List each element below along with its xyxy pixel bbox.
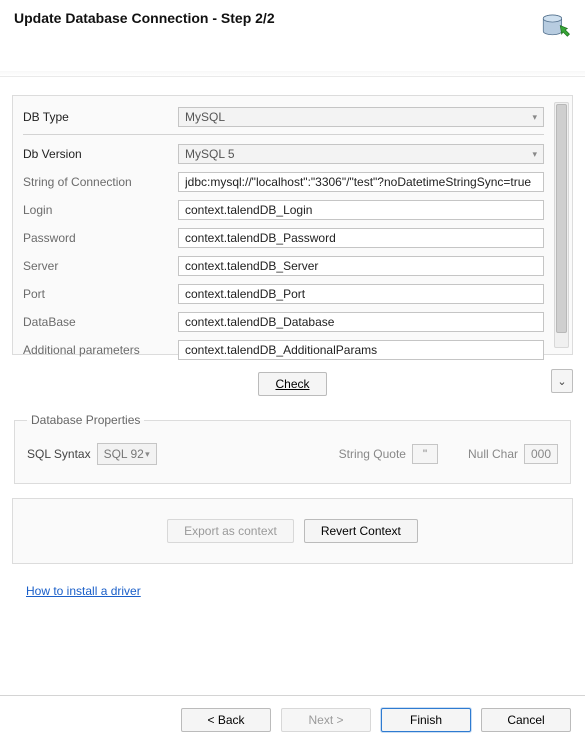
- check-button-label: Check: [275, 377, 309, 391]
- port-input[interactable]: [178, 284, 544, 304]
- caret-down-icon: ▾: [532, 112, 537, 123]
- null-char-label: Null Char: [468, 447, 518, 461]
- sql-syntax-select[interactable]: SQL 92 ▾: [97, 443, 157, 465]
- divider: [23, 134, 544, 135]
- page-title: Update Database Connection - Step 2/2: [14, 10, 275, 26]
- export-as-context-button: Export as context: [167, 519, 294, 543]
- connection-string-label: String of Connection: [23, 175, 178, 189]
- login-input[interactable]: [178, 200, 544, 220]
- install-driver-link[interactable]: How to install a driver: [26, 584, 141, 598]
- db-type-label: DB Type: [23, 110, 178, 124]
- db-version-label: Db Version: [23, 147, 178, 161]
- additional-params-label: Additional parameters: [23, 343, 178, 357]
- db-version-value: MySQL 5: [185, 147, 235, 161]
- database-properties-legend: Database Properties: [27, 413, 144, 427]
- string-quote-input[interactable]: [412, 444, 438, 464]
- caret-down-icon: ▾: [145, 449, 150, 460]
- string-quote-label: String Quote: [339, 447, 406, 461]
- server-input[interactable]: [178, 256, 544, 276]
- db-type-value: MySQL: [185, 110, 225, 124]
- database-label: DataBase: [23, 315, 178, 329]
- next-button: Next >: [281, 708, 371, 732]
- check-button[interactable]: Check: [258, 372, 326, 396]
- scrollbar-vertical[interactable]: [554, 102, 569, 348]
- cancel-button[interactable]: Cancel: [481, 708, 571, 732]
- sql-syntax-label: SQL Syntax: [27, 447, 91, 461]
- context-actions-panel: Export as context Revert Context: [12, 498, 573, 564]
- revert-context-button[interactable]: Revert Context: [304, 519, 418, 543]
- port-label: Port: [23, 287, 178, 301]
- connection-string-input[interactable]: [178, 172, 544, 192]
- back-button[interactable]: < Back: [181, 708, 271, 732]
- database-input[interactable]: [178, 312, 544, 332]
- login-label: Login: [23, 203, 178, 217]
- database-properties-group: Database Properties SQL Syntax SQL 92 ▾ …: [14, 413, 571, 484]
- expand-details-button[interactable]: ⌄: [551, 369, 573, 393]
- server-label: Server: [23, 259, 178, 273]
- db-type-select[interactable]: MySQL ▾: [178, 107, 544, 127]
- finish-button[interactable]: Finish: [381, 708, 471, 732]
- wizard-footer: < Back Next > Finish Cancel: [0, 695, 585, 746]
- caret-down-icon: ▾: [532, 149, 537, 160]
- connection-settings-panel: DB Type MySQL ▾ Db Version MySQL 5 ▾: [12, 95, 573, 355]
- sql-syntax-value: SQL 92: [104, 447, 144, 461]
- db-version-select[interactable]: MySQL 5 ▾: [178, 144, 544, 164]
- password-label: Password: [23, 231, 178, 245]
- scrollbar-thumb[interactable]: [556, 104, 567, 333]
- additional-params-input[interactable]: [178, 340, 544, 360]
- null-char-input[interactable]: [524, 444, 558, 464]
- password-input[interactable]: [178, 228, 544, 248]
- database-icon: [539, 10, 573, 47]
